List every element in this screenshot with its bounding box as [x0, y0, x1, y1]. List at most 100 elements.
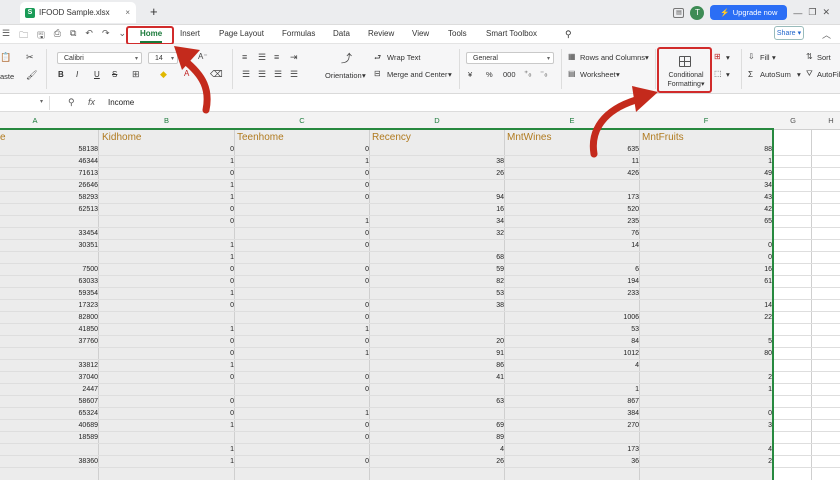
- bold-button[interactable]: B: [58, 70, 64, 79]
- merge-center-label[interactable]: Merge and Center: [387, 70, 447, 79]
- wrap-text-icon[interactable]: ⮐: [374, 52, 381, 66]
- justify-icon[interactable]: ☰: [290, 69, 298, 80]
- decrease-decimal-icon[interactable]: ⁻₀: [540, 69, 548, 78]
- worksheet-icon[interactable]: ▤: [568, 69, 576, 78]
- worksheet-label[interactable]: Worksheet: [580, 70, 616, 79]
- function-icon[interactable]: fx: [88, 97, 95, 107]
- align-right-icon[interactable]: ☰: [274, 69, 282, 80]
- orientation-label[interactable]: Orientation: [325, 71, 362, 80]
- shrink-font-icon[interactable]: A⁻: [198, 52, 208, 61]
- thousands-button[interactable]: 000: [503, 70, 516, 79]
- minimize-icon[interactable]: —: [793, 8, 802, 18]
- zoom-search-icon[interactable]: ⚲: [68, 97, 75, 108]
- fill-color-icon[interactable]: ◆: [160, 69, 167, 80]
- tab-formulas[interactable]: Formulas: [282, 29, 315, 38]
- share-dropdown-icon: ▾: [797, 30, 802, 37]
- chevron-down-icon[interactable]: ▾: [772, 53, 776, 62]
- strikethrough-button[interactable]: S: [112, 70, 117, 79]
- print-preview-icon[interactable]: ⧉: [70, 28, 76, 44]
- column-header-e[interactable]: E: [505, 116, 639, 125]
- tab-page-layout[interactable]: Page Layout: [219, 29, 264, 38]
- chevron-down-icon[interactable]: ⌄: [119, 28, 127, 44]
- table-style-icon[interactable]: ⊞: [714, 52, 721, 61]
- sum-icon[interactable]: Σ: [748, 70, 753, 79]
- upgrade-button[interactable]: ⚡ Upgrade now: [710, 5, 788, 20]
- font-size-select[interactable]: 14 ▾: [148, 52, 178, 64]
- search-icon[interactable]: ⚲: [565, 29, 572, 40]
- column-header-g[interactable]: G: [774, 116, 812, 125]
- autosum-label[interactable]: AutoSum: [760, 70, 791, 79]
- undo-icon[interactable]: ↶: [85, 28, 93, 44]
- rows-columns-icon[interactable]: ▦: [568, 52, 576, 61]
- spreadsheet-grid[interactable]: A B C D E F G H e Kidhome Teenhome Recen…: [0, 112, 840, 480]
- percent-button[interactable]: %: [486, 70, 493, 79]
- file-tab[interactable]: S IFOOD Sample.xlsx ×: [20, 2, 136, 23]
- wrap-text-label[interactable]: Wrap Text: [387, 53, 421, 62]
- redo-icon[interactable]: ↷: [102, 28, 110, 44]
- chevron-down-icon[interactable]: ▾: [616, 70, 620, 79]
- chevron-down-icon[interactable]: ▾: [362, 71, 366, 80]
- tab-smart-toolbox[interactable]: Smart Toolbox: [486, 29, 537, 38]
- merge-center-icon[interactable]: ⊟: [374, 69, 381, 78]
- increase-decimal-icon[interactable]: ⁺₀: [524, 69, 532, 78]
- tab-data[interactable]: Data: [333, 29, 350, 38]
- indent-icon[interactable]: ⇥: [290, 52, 298, 63]
- close-tab-icon[interactable]: ×: [125, 8, 130, 17]
- font-name-select[interactable]: Calibri ▾: [57, 52, 142, 64]
- column-header-f[interactable]: F: [640, 116, 772, 125]
- paste-label[interactable]: aste: [0, 72, 14, 81]
- chevron-down-icon[interactable]: ▾: [645, 53, 649, 62]
- clear-format-icon[interactable]: ⌫: [210, 69, 223, 80]
- open-folder-icon[interactable]: 🗀: [19, 28, 28, 44]
- sort-label[interactable]: Sort: [817, 53, 831, 62]
- column-header-b[interactable]: B: [99, 116, 234, 125]
- align-center-icon[interactable]: ☰: [258, 69, 266, 80]
- grow-font-icon[interactable]: A⁺: [182, 52, 192, 61]
- cell-style-icon[interactable]: ⬚: [714, 69, 722, 78]
- currency-button[interactable]: ¥: [468, 70, 472, 79]
- collapse-ribbon-icon[interactable]: ︿: [822, 28, 831, 41]
- save-icon[interactable]: 🖫: [37, 28, 45, 44]
- column-header-h[interactable]: H: [812, 116, 840, 125]
- align-middle-icon[interactable]: ☰: [258, 52, 266, 63]
- maximize-icon[interactable]: ❐: [808, 7, 816, 18]
- fill-icon[interactable]: ⇩: [748, 52, 755, 61]
- number-format-select[interactable]: General ▾: [466, 52, 554, 64]
- column-header-a[interactable]: A: [0, 116, 70, 125]
- underline-button[interactable]: U: [94, 70, 100, 79]
- cut-icon[interactable]: ✂: [26, 52, 34, 63]
- fill-label[interactable]: Fill: [760, 53, 770, 62]
- rows-columns-label[interactable]: Rows and Columns: [580, 53, 645, 62]
- menu-icon[interactable]: ☰: [2, 28, 10, 44]
- column-header-c[interactable]: C: [235, 116, 369, 125]
- align-left-icon[interactable]: ☰: [242, 69, 250, 80]
- sort-icon[interactable]: ⇅: [806, 52, 813, 61]
- borders-icon[interactable]: ⊞: [132, 69, 140, 80]
- layout-icon[interactable]: ▤: [673, 7, 685, 18]
- column-header-d[interactable]: D: [370, 116, 504, 125]
- chevron-down-icon[interactable]: ▾: [448, 70, 452, 79]
- tab-view[interactable]: View: [412, 29, 429, 38]
- chevron-down-icon[interactable]: ▾: [726, 53, 730, 62]
- name-box[interactable]: ▾: [0, 96, 50, 110]
- align-bottom-icon[interactable]: ≡: [274, 52, 279, 62]
- orientation-icon[interactable]: ⤴: [341, 50, 352, 66]
- tab-insert[interactable]: Insert: [180, 29, 200, 38]
- filter-icon[interactable]: ⛛: [806, 69, 813, 79]
- autofilter-label[interactable]: AutoFil: [817, 70, 840, 79]
- share-button[interactable]: Share ▾: [774, 26, 804, 40]
- chevron-down-icon[interactable]: ▾: [797, 70, 801, 79]
- close-window-icon[interactable]: ✕: [822, 7, 830, 18]
- format-painter-icon[interactable]: 🖌: [26, 70, 37, 81]
- tab-review[interactable]: Review: [368, 29, 394, 38]
- paste-icon[interactable]: 📋: [0, 52, 11, 63]
- print-icon[interactable]: ⎙: [54, 28, 61, 44]
- italic-button[interactable]: I: [76, 70, 78, 79]
- tab-tools[interactable]: Tools: [448, 29, 467, 38]
- align-top-icon[interactable]: ≡: [242, 52, 247, 62]
- chevron-down-icon[interactable]: ▾: [726, 70, 730, 79]
- formula-input[interactable]: Income: [108, 98, 134, 107]
- avatar[interactable]: T: [690, 5, 705, 20]
- new-tab-icon[interactable]: +: [150, 4, 158, 19]
- font-color-icon[interactable]: A: [184, 69, 189, 78]
